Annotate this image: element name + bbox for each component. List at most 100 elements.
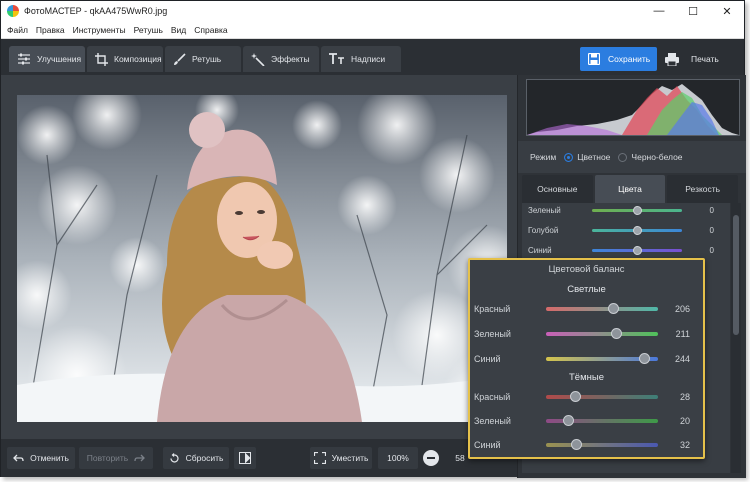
reset-icon [170, 452, 179, 463]
slider-value: 28 [679, 392, 690, 402]
slider-label: Красный [474, 392, 511, 402]
reset-button[interactable]: Сбросить [163, 447, 229, 469]
slider-knob[interactable] [570, 391, 581, 402]
slider-track[interactable] [546, 353, 658, 364]
menu-file[interactable]: Файл [1, 25, 32, 35]
tab-text[interactable]: Надписи [321, 46, 401, 72]
photo-preview[interactable] [17, 95, 507, 422]
highlights-title: Светлые [567, 284, 606, 295]
tab-sharpness[interactable]: Резкость [667, 175, 739, 203]
redo-label: Повторить [86, 453, 129, 463]
slider-row-green: Зеленый 0 [528, 200, 724, 220]
printer-icon [665, 52, 679, 66]
save-label: Сохранить [608, 54, 651, 64]
slider-value: 244 [674, 354, 690, 364]
brush-icon [174, 52, 186, 65]
histogram-graph [527, 80, 739, 135]
print-label: Печать [691, 54, 719, 64]
slider-track[interactable] [546, 391, 658, 402]
window-title: ФотоМАСТЕР - qkAA475WwR0.jpg [24, 6, 168, 16]
slider-knob[interactable] [633, 205, 642, 215]
light-red-row: Красный 206 [474, 298, 702, 320]
slider-value: 20 [679, 416, 690, 426]
tab-effects[interactable]: Эффекты [243, 46, 319, 72]
tab-composition[interactable]: Композиция [87, 46, 163, 72]
color-balance-title: Цветовой баланс [548, 264, 625, 275]
histogram [526, 79, 740, 136]
save-button[interactable]: Сохранить [580, 47, 657, 71]
undo-icon [13, 454, 24, 461]
compare-icon [239, 452, 251, 464]
slider-row-cyan: Голубой 0 [528, 220, 724, 240]
crop-icon [95, 52, 108, 66]
slider-track[interactable] [592, 225, 682, 235]
slider-knob[interactable] [611, 328, 622, 339]
zoom-out-button[interactable] [423, 450, 439, 466]
light-blue-row: Синий 244 [474, 348, 702, 370]
light-green-row: Зеленый 211 [474, 323, 702, 345]
reset-label: Сбросить [185, 453, 224, 463]
slider-knob[interactable] [633, 245, 642, 255]
zoom-level[interactable]: 100% [378, 447, 418, 469]
maximize-button[interactable]: ☐ [676, 1, 710, 21]
tab-enhance[interactable]: Улучшения [9, 46, 85, 72]
zoom-slider-value: 58 [455, 453, 465, 463]
menu-view[interactable]: Вид [167, 25, 190, 35]
color-mode-row: Режим Цветное Черно-белое [518, 141, 746, 173]
slider-track[interactable] [592, 245, 682, 255]
menu-tools[interactable]: Инструменты [69, 25, 130, 35]
slider-label: Красный [474, 304, 511, 314]
undo-label: Отменить [30, 453, 69, 463]
radio-bw[interactable] [618, 152, 628, 162]
slider-knob[interactable] [563, 415, 574, 426]
canvas-area [1, 75, 517, 439]
slider-track[interactable] [546, 328, 658, 339]
menu-help[interactable]: Справка [190, 25, 231, 35]
slider-track[interactable] [546, 415, 658, 426]
slider-knob[interactable] [608, 303, 619, 314]
redo-icon [134, 454, 146, 461]
print-button[interactable]: Печать [661, 47, 741, 71]
slider-label: Синий [528, 245, 552, 255]
menu-retouch[interactable]: Ретушь [130, 25, 167, 35]
radio-color[interactable] [564, 152, 574, 162]
tab-basic[interactable]: Основные [522, 175, 593, 203]
slider-value: 0 [709, 245, 714, 255]
undo-button[interactable]: Отменить [7, 447, 75, 469]
slider-value: 211 [675, 329, 690, 339]
radio-color-label[interactable]: Цветное [577, 152, 610, 162]
minus-icon [427, 457, 435, 459]
close-button[interactable]: ✕ [710, 1, 744, 21]
dark-red-row: Красный 28 [474, 386, 702, 408]
panel-tabs: Основные Цвета Резкость [522, 175, 740, 203]
slider-knob[interactable] [633, 225, 642, 235]
slider-knob[interactable] [639, 353, 650, 364]
slider-track[interactable] [592, 205, 682, 215]
scrollbar-thumb[interactable] [733, 215, 739, 335]
photo-image [17, 95, 507, 422]
tab-retouch[interactable]: Ретушь [165, 46, 241, 72]
shadows-title: Тёмные [569, 372, 604, 383]
compare-button[interactable] [234, 447, 256, 469]
text-icon [329, 53, 344, 64]
fit-label: Уместить [331, 453, 369, 463]
tab-colors[interactable]: Цвета [594, 175, 666, 203]
bottom-toolbar: Отменить Повторить Сбросить Уместить 100… [1, 439, 517, 477]
slider-knob[interactable] [571, 439, 582, 450]
slider-track[interactable] [546, 303, 658, 314]
floppy-disk-icon [588, 53, 600, 65]
slider-track[interactable] [546, 439, 658, 450]
menu-edit[interactable]: Правка [32, 25, 69, 35]
fit-button[interactable]: Уместить [310, 447, 372, 469]
slider-label: Зеленый [474, 329, 511, 339]
redo-button[interactable]: Повторить [79, 447, 153, 469]
radio-bw-label[interactable]: Черно-белое [631, 152, 682, 162]
menu-bar: Файл Правка Инструменты Ретушь Вид Справ… [1, 21, 744, 39]
title-bar: ФотоМАСТЕР - qkAA475WwR0.jpg — ☐ ✕ [1, 1, 744, 21]
color-balance-panel: Цветовой баланс Светлые Красный 206 Зеле… [468, 258, 705, 459]
fit-screen-icon [313, 452, 326, 464]
slider-value: 0 [709, 225, 714, 235]
minimize-button[interactable]: — [642, 1, 676, 21]
magic-wand-icon [251, 52, 265, 66]
panel-scrollbar[interactable] [731, 203, 741, 473]
